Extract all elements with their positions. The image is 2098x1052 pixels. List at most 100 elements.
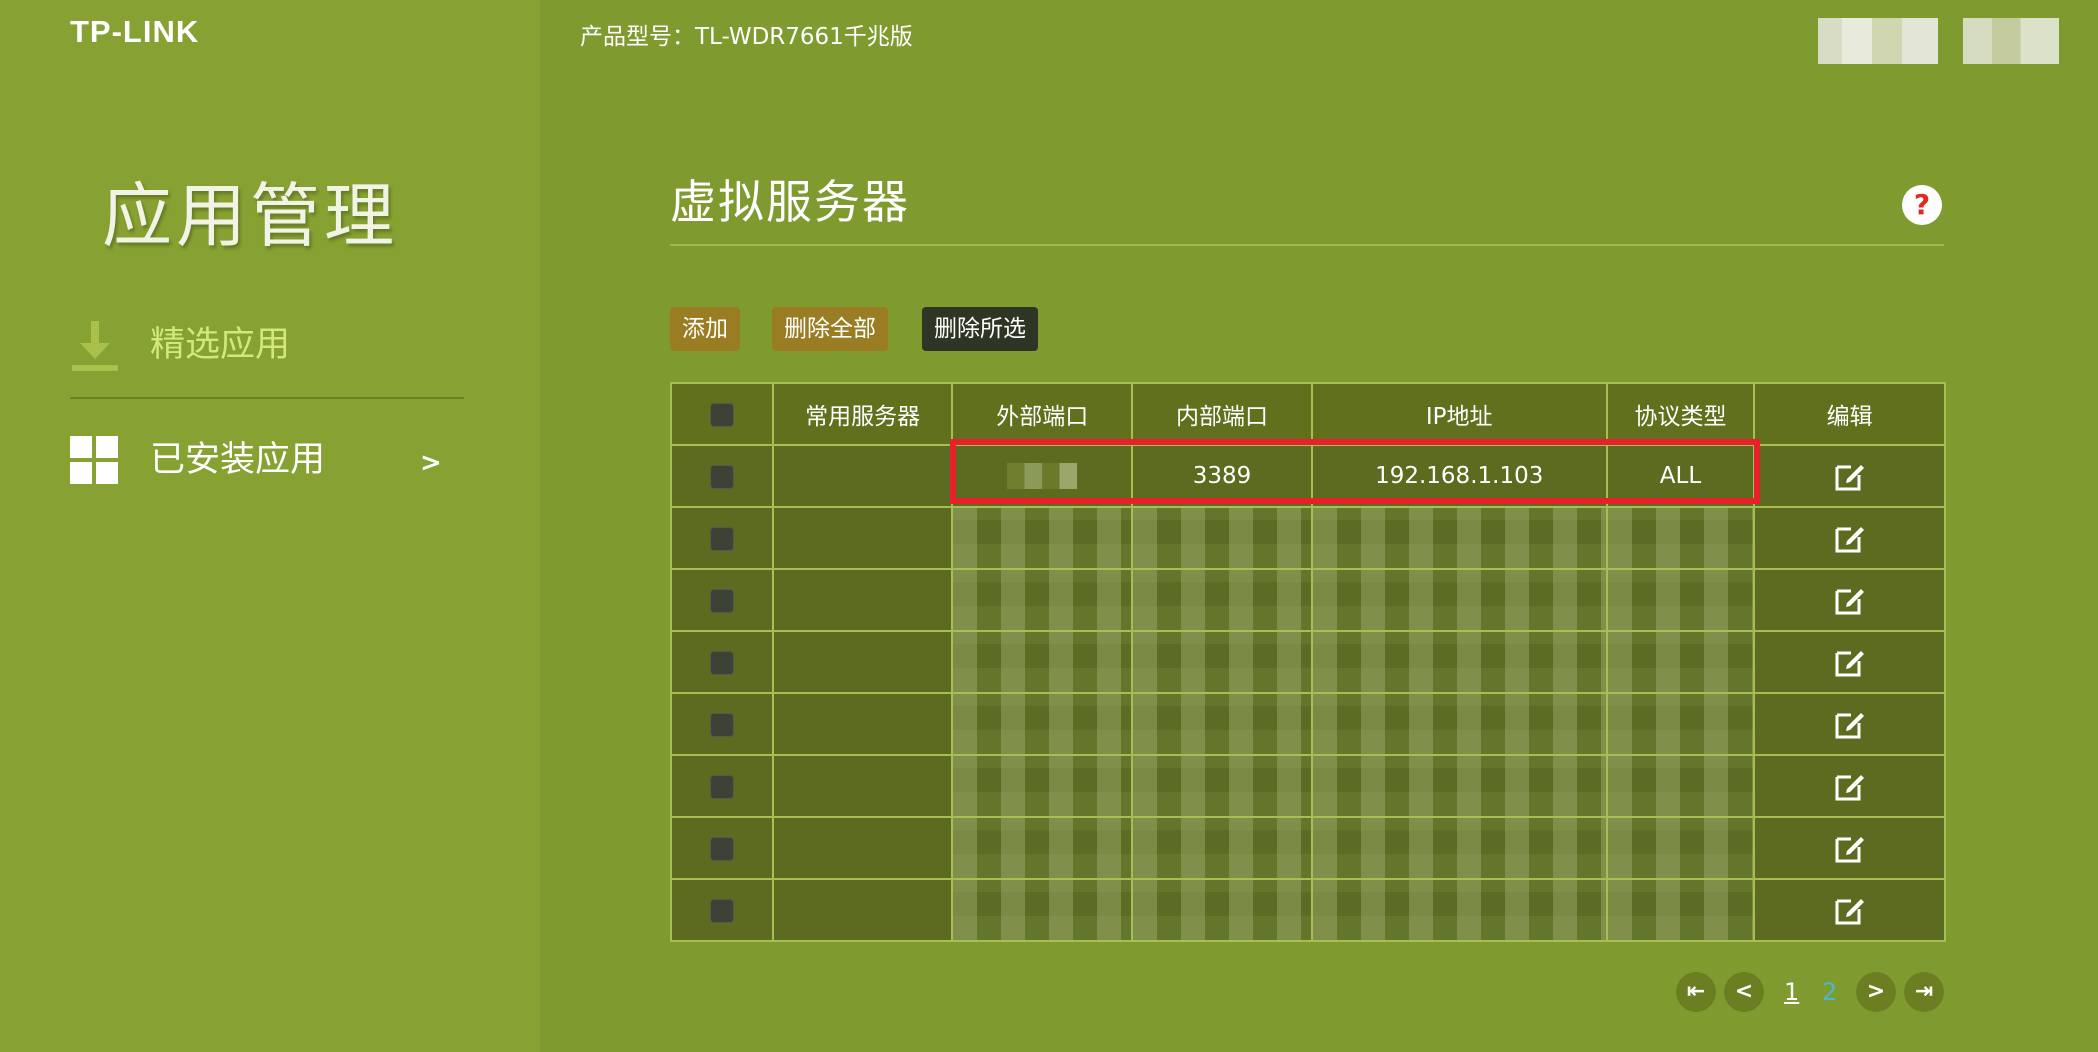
page-number[interactable]: 2 xyxy=(1822,972,1837,1012)
table-row xyxy=(670,568,1946,632)
delete-selected-button[interactable]: 删除所选 xyxy=(922,307,1038,351)
sidebar-item-installed-apps[interactable]: 已安装应用 > xyxy=(70,420,464,500)
sidebar-item-featured-apps[interactable]: 精选应用 xyxy=(70,305,464,399)
brand-logo: TP-LINK xyxy=(70,14,200,49)
redacted-cell xyxy=(1131,630,1313,694)
row-checkbox[interactable] xyxy=(709,650,734,675)
redacted-cell xyxy=(1605,692,1756,756)
title-divider xyxy=(670,244,1944,246)
page-number-current[interactable]: 1 xyxy=(1784,972,1799,1012)
table-row xyxy=(670,754,1946,818)
redacted-account-block xyxy=(1963,18,2059,64)
delete-all-button[interactable]: 删除全部 xyxy=(772,307,888,351)
redacted-cell xyxy=(1131,568,1313,632)
sidebar: TP-LINK 应用管理 精选应用 已安装应用 > xyxy=(0,0,540,1052)
redacted-cell xyxy=(951,630,1134,694)
redacted-cell xyxy=(1310,878,1608,942)
column-header: 常用服务器 xyxy=(771,382,954,446)
table-row xyxy=(670,816,1946,880)
column-header: 外部端口 xyxy=(951,382,1134,446)
prev-page-icon[interactable]: < xyxy=(1724,972,1764,1012)
page-title: 虚拟服务器 xyxy=(670,175,910,229)
next-page-icon[interactable]: > xyxy=(1856,972,1896,1012)
edit-cell xyxy=(1753,878,1946,942)
edit-icon[interactable] xyxy=(1833,707,1867,741)
edit-cell xyxy=(1753,568,1946,632)
redacted-cell xyxy=(1310,630,1608,694)
edit-cell xyxy=(1753,506,1946,570)
row-checkbox[interactable] xyxy=(709,836,734,861)
row-checkbox[interactable] xyxy=(709,898,734,923)
select-all-cell xyxy=(670,382,774,446)
column-header: 内部端口 xyxy=(1131,382,1313,446)
edit-cell xyxy=(1753,444,1946,508)
edit-cell xyxy=(1753,630,1946,694)
column-header: 协议类型 xyxy=(1605,382,1756,446)
redacted-cell xyxy=(1131,878,1313,942)
product-model: 产品型号：TL-WDR7661千兆版 xyxy=(580,24,913,50)
edit-icon[interactable] xyxy=(1833,769,1867,803)
sidebar-title: 应用管理 xyxy=(102,175,398,257)
redacted-cell xyxy=(951,816,1134,880)
redacted-cell xyxy=(1310,754,1608,818)
redacted-cell xyxy=(1310,692,1608,756)
chevron-right-icon: > xyxy=(420,448,442,478)
download-icon xyxy=(72,321,118,371)
row-checkbox[interactable] xyxy=(709,526,734,551)
edit-icon[interactable] xyxy=(1833,583,1867,617)
service-cell xyxy=(771,630,954,694)
table-row xyxy=(670,878,1946,942)
redacted-cell xyxy=(1131,506,1313,570)
help-icon[interactable]: ? xyxy=(1902,185,1942,225)
edit-icon[interactable] xyxy=(1833,645,1867,679)
redacted-cell xyxy=(951,878,1134,942)
edit-icon[interactable] xyxy=(1833,831,1867,865)
redacted-cell xyxy=(1310,568,1608,632)
edit-icon[interactable] xyxy=(1833,521,1867,555)
service-cell xyxy=(771,444,954,508)
redacted-cell xyxy=(951,506,1134,570)
row-checkbox[interactable] xyxy=(709,464,734,489)
table-row xyxy=(670,630,1946,694)
redacted-cell xyxy=(951,754,1134,818)
redacted-cell xyxy=(1605,568,1756,632)
edit-cell xyxy=(1753,816,1946,880)
row-checkbox[interactable] xyxy=(709,774,734,799)
edit-cell xyxy=(1753,692,1946,756)
table-row xyxy=(670,692,1946,756)
highlight-box xyxy=(950,439,1760,504)
redacted-cell xyxy=(1131,754,1313,818)
row-checkbox[interactable] xyxy=(709,712,734,737)
table-header-row: 常用服务器 外部端口 内部端口 IP地址 协议类型 编辑 xyxy=(670,382,1946,446)
select-all-checkbox[interactable] xyxy=(709,402,734,427)
service-cell xyxy=(771,816,954,880)
edit-cell xyxy=(1753,754,1946,818)
column-header: IP地址 xyxy=(1310,382,1608,446)
service-cell xyxy=(771,754,954,818)
sidebar-item-label: 已安装应用 xyxy=(150,440,326,480)
redacted-cell xyxy=(1310,506,1608,570)
redacted-cell xyxy=(1605,878,1756,942)
redacted-cell xyxy=(951,568,1134,632)
service-cell xyxy=(771,692,954,756)
add-button[interactable]: 添加 xyxy=(670,307,740,351)
first-page-icon[interactable]: ⇤ xyxy=(1676,972,1716,1012)
apps-grid-icon xyxy=(70,436,118,484)
redacted-cell xyxy=(1605,754,1756,818)
service-cell xyxy=(771,506,954,570)
column-header: 编辑 xyxy=(1753,382,1946,446)
edit-icon[interactable] xyxy=(1833,893,1867,927)
last-page-icon[interactable]: ⇥ xyxy=(1904,972,1944,1012)
service-cell xyxy=(771,568,954,632)
redacted-cell xyxy=(1131,692,1313,756)
redacted-cell xyxy=(1131,816,1313,880)
redacted-cell xyxy=(951,692,1134,756)
service-cell xyxy=(771,878,954,942)
edit-icon[interactable] xyxy=(1833,459,1867,493)
sidebar-item-label: 精选应用 xyxy=(150,325,291,365)
redacted-cell xyxy=(1605,816,1756,880)
row-checkbox[interactable] xyxy=(709,588,734,613)
redacted-cell xyxy=(1605,506,1756,570)
redacted-cell xyxy=(1310,816,1608,880)
redacted-account-block xyxy=(1818,18,1938,64)
